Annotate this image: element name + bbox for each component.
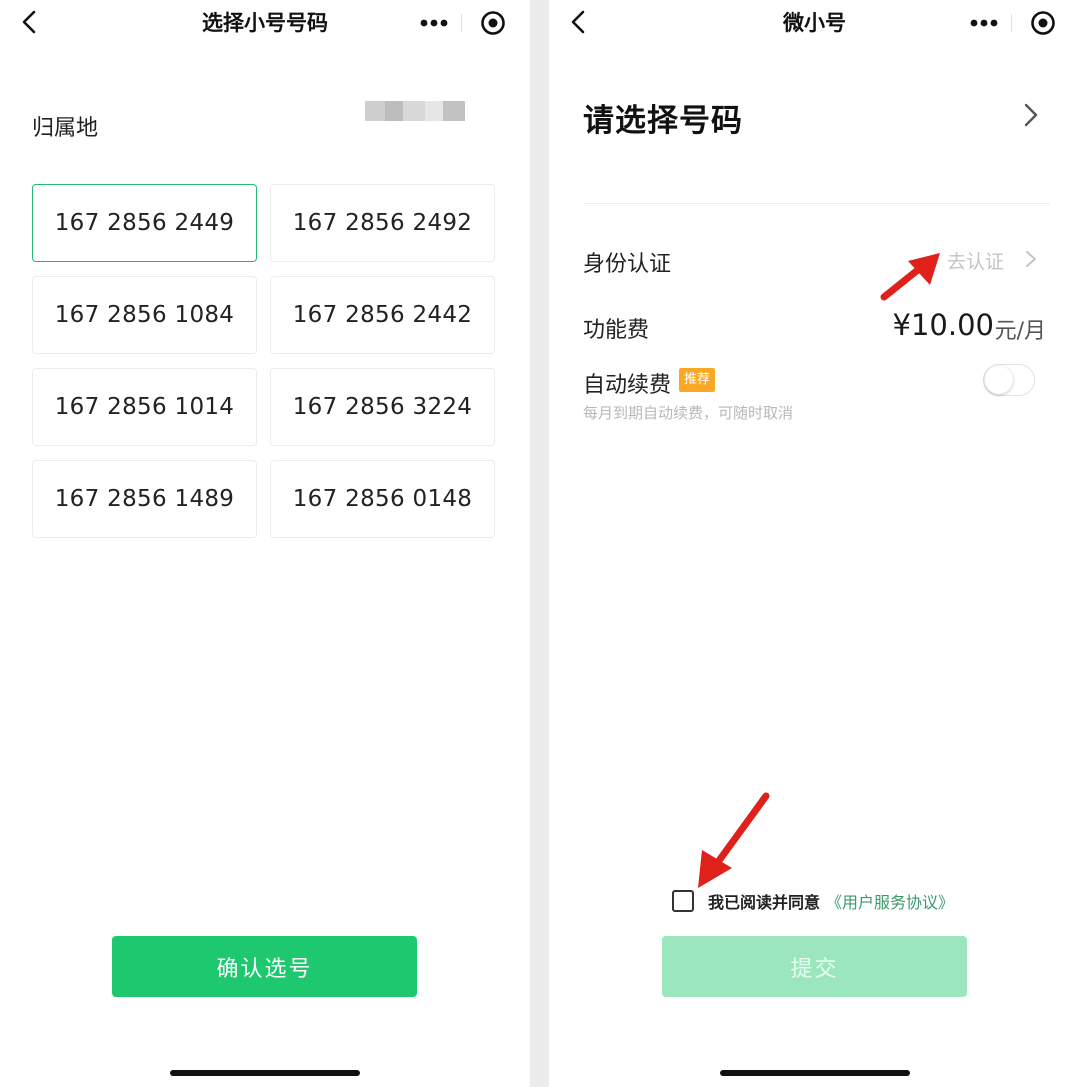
number-option[interactable]: 167 2856 3224 [270,368,495,446]
service-agreement-link[interactable]: 《用户服务协议》 [826,889,954,913]
verify-identity-link[interactable]: 去认证 [947,247,1004,274]
capsule-menu [408,4,514,42]
capsule-menu [958,4,1064,42]
navbar: 微小号 [549,0,1080,48]
number-option[interactable]: 167 2856 0148 [270,460,495,538]
chevron-right-icon[interactable] [1020,100,1042,130]
target-icon[interactable] [1030,10,1056,36]
screen-divider [530,0,549,1087]
identity-label: 身份认证 [583,252,672,277]
submit-button[interactable]: 提交 [662,936,967,997]
fee-label: 功能费 [583,318,650,343]
capsule-divider [461,14,462,32]
home-indicator [170,1070,360,1076]
more-icon[interactable] [418,13,450,33]
agreement-row: 我已阅读并同意 《用户服务协议》 [672,889,954,913]
auto-renew-toggle[interactable] [983,364,1035,396]
chevron-right-icon[interactable] [1024,249,1038,269]
capsule-divider [1011,14,1012,32]
recommend-badge: 推荐 [679,368,716,392]
auto-renew-description: 每月到期自动续费，可随时取消 [583,404,794,422]
section-divider [583,203,1050,204]
toggle-knob [985,366,1013,394]
number-option[interactable]: 167 2856 1014 [32,368,257,446]
region-label: 归属地 [32,116,99,141]
number-option[interactable]: 167 2856 1084 [32,276,257,354]
home-indicator [719,1070,910,1076]
number-option[interactable]: 167 2856 2442 [270,276,495,354]
agree-text: 我已阅读并同意 [708,893,821,912]
choose-number-title[interactable]: 请选择号码 [583,95,743,140]
auto-renew-label: 自动续费 [583,373,672,398]
confirm-number-button[interactable]: 确认选号 [112,936,417,997]
fee-unit: 元/月 [994,319,1046,344]
target-icon[interactable] [480,10,506,36]
agree-checkbox[interactable] [672,890,694,912]
fee-amount: ¥10.00 [892,308,994,342]
more-icon[interactable] [968,13,1000,33]
screen-micro-number: 微小号 请选择号码 身份认证 去认证 功能费 ¥10.00 元/月 自动续费 推… [549,0,1080,1087]
screen-select-number: 选择小号号码 归属地 167 2856 2449 167 2856 2492 167… [0,0,530,1087]
number-option[interactable]: 167 2856 1489 [32,460,257,538]
region-value-blurred [365,101,465,121]
number-option[interactable]: 167 2856 2492 [270,184,495,262]
navbar: 选择小号号码 [0,0,530,48]
number-option[interactable]: 167 2856 2449 [32,184,257,262]
